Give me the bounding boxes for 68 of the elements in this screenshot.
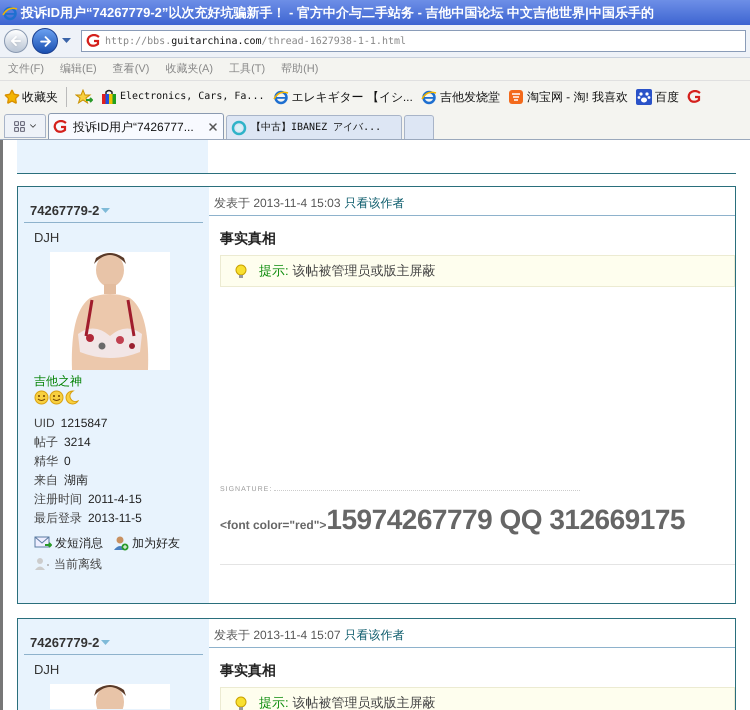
shopping-bag-icon [101, 88, 117, 104]
author-only-link[interactable]: 只看该作者 [344, 626, 405, 644]
user-group: 吉他之神 [24, 370, 203, 390]
stat-label: UID [34, 415, 55, 431]
add-friend-link[interactable]: 加为好友 [113, 534, 180, 552]
window-title: 投诉ID用户“74267779-2”以次充好坑骗新手！ - 官方中介与二手站务 - 吉他中国论坛 中文吉他世界|中国乐手的 [21, 4, 654, 22]
browser-tab[interactable]: 【中古】IBANEZ アイバ... [226, 115, 402, 139]
star-icon [4, 88, 20, 104]
stat-value: 3214 [64, 434, 91, 450]
stat-label: 帖子 [34, 434, 58, 450]
stat-value: 1215847 [60, 415, 108, 431]
favorites-button[interactable]: 收藏夹 [4, 88, 58, 106]
close-icon[interactable] [207, 120, 219, 132]
stat-value: 0 [64, 453, 71, 469]
signature-text: 15974267779 QQ 312669175 [326, 504, 685, 536]
author-name[interactable]: 74267779-2 [30, 201, 100, 220]
notice-text: 该帖被管理员或版主屏蔽 [292, 263, 436, 278]
stat-label: 最后登录 [34, 510, 82, 526]
lightbulb-icon [235, 696, 247, 710]
swirl-logo-icon [687, 90, 704, 104]
forward-button[interactable] [32, 28, 58, 54]
notice-text: 该帖被管理员或版主屏蔽 [292, 695, 436, 710]
add-favorite-star-icon[interactable] [75, 88, 93, 104]
dropdown-triangle-icon[interactable] [62, 38, 71, 44]
stat-label: 注册时间 [34, 491, 82, 507]
swirl-logo-icon [53, 120, 69, 134]
address-url: http://bbs.guitarchina.com/thread-1627938-1-1.html [105, 34, 406, 48]
browser-e-icon [420, 88, 437, 104]
person-add-icon [113, 535, 129, 551]
favorite-link[interactable]: 百度 [636, 88, 680, 106]
favorite-link[interactable]: エレキギター 【イシ... [272, 88, 413, 106]
quick-tabs-button[interactable] [4, 114, 46, 138]
nickname: DJH [33, 660, 60, 678]
nickname: DJH [33, 228, 60, 246]
favorite-link[interactable]: 吉他发烧堂 [420, 88, 500, 106]
post-date: 发表于 2013-11-4 15:03 [214, 195, 341, 212]
stat-label: 来自 [34, 472, 58, 488]
person-offline-icon [34, 557, 50, 571]
loading-ring-icon [231, 120, 247, 136]
stat-value: 湖南 [64, 472, 88, 488]
browser-e-icon [272, 88, 288, 104]
online-status: 当前离线 [54, 556, 102, 573]
rank-icon [34, 390, 79, 405]
grid-icon [12, 120, 26, 132]
notice-label: 提示: [259, 263, 289, 278]
lightbulb-icon [235, 264, 247, 278]
post-date: 发表于 2013-11-4 15:07 [214, 627, 341, 644]
notice-label: 提示: [259, 695, 289, 710]
author-only-link[interactable]: 只看该作者 [344, 194, 405, 212]
send-message-link[interactable]: 发短消息 [34, 534, 103, 552]
stat-value: 2011-4-15 [88, 491, 142, 507]
address-bar[interactable]: http://bbs.guitarchina.com/thread-1627938-1-1.html [81, 30, 746, 52]
author-name[interactable]: 74267779-2 [30, 633, 100, 652]
envelope-icon [34, 536, 52, 550]
stat-value: 2013-11-5 [88, 510, 142, 526]
signature-markup: <font color="red"> [220, 516, 326, 534]
favorite-link[interactable] [687, 90, 704, 104]
post-title: 事实真相 [220, 661, 277, 680]
paw-icon [636, 88, 652, 104]
browser-e-icon [2, 4, 18, 20]
shop-logo-icon [508, 88, 524, 104]
stat-label: 精华 [34, 453, 58, 469]
favorite-link[interactable]: 淘宝网 - 淘! 我喜欢 [508, 88, 628, 106]
favorite-link[interactable]: Electronics, Cars, Fa... [101, 88, 264, 104]
forward-arrow-icon [38, 34, 52, 48]
swirl-logo-icon [86, 34, 102, 48]
browser-tab[interactable]: 投诉ID用户“7426777... [48, 113, 224, 139]
post-title: 事实真相 [220, 229, 277, 248]
